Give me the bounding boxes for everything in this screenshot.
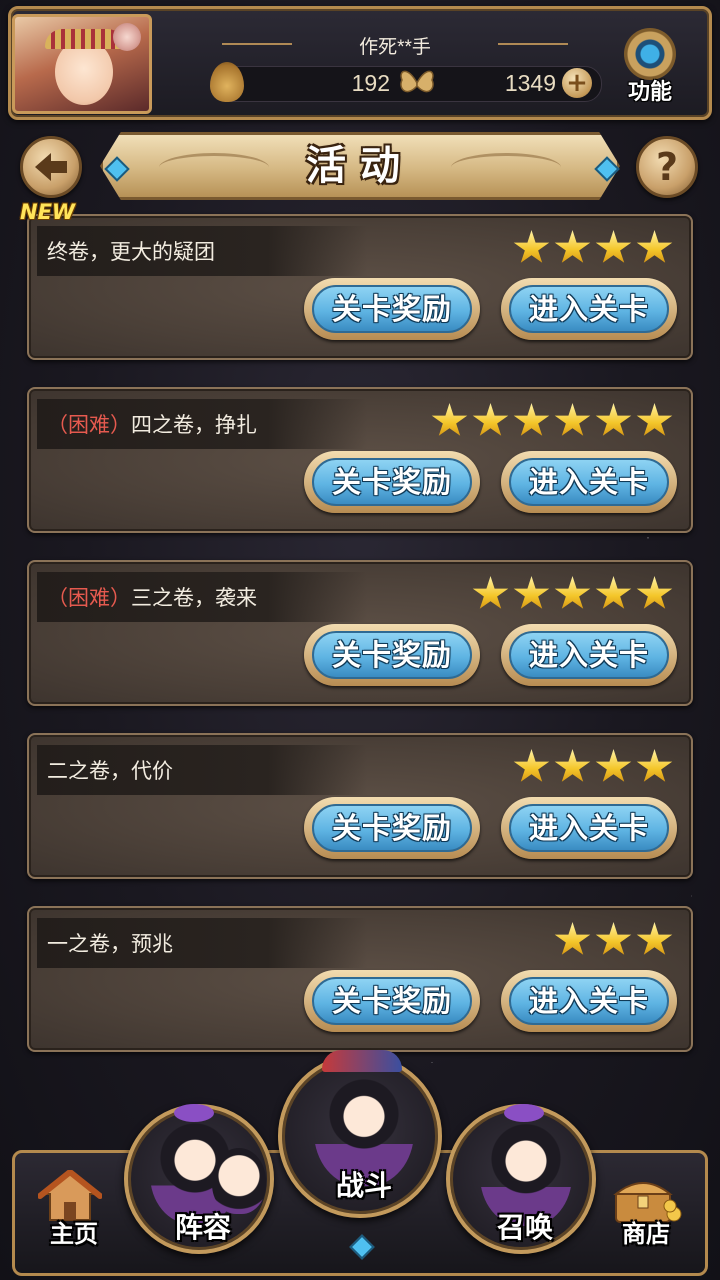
stage-reward-button[interactable]: 关卡奖励 — [304, 970, 480, 1032]
difficulty-tag: （困难） — [47, 413, 131, 437]
level-name: 一之卷，预兆 — [47, 932, 173, 956]
star-icon — [554, 922, 591, 955]
lineup-character-art-small — [212, 1148, 266, 1214]
star-icon — [636, 230, 673, 263]
star-icon — [595, 403, 632, 436]
star-icon — [554, 403, 591, 436]
level-name: 四之卷，挣扎 — [131, 413, 257, 437]
level-title: （困难）三之卷，袭来 — [47, 582, 257, 612]
star-icon — [636, 922, 673, 955]
star-icon — [472, 403, 509, 436]
stage-reward-label: 关卡奖励 — [312, 804, 472, 852]
enter-stage-button[interactable]: 进入关卡 — [501, 797, 677, 859]
star-icon — [554, 749, 591, 782]
back-button[interactable] — [20, 136, 82, 198]
nav-summon-label: 召唤 — [496, 1211, 553, 1244]
player-name: 作死**手 — [222, 32, 568, 58]
enter-stage-label: 进入关卡 — [509, 977, 669, 1025]
star-rating — [431, 403, 673, 439]
difficulty-tag: （困难） — [47, 586, 131, 610]
enter-stage-label: 进入关卡 — [509, 458, 669, 506]
stage-reward-button[interactable]: 关卡奖励 — [304, 451, 480, 513]
stage-reward-button[interactable]: 关卡奖励 — [304, 278, 480, 340]
character-bow — [174, 1104, 214, 1122]
resource-value-2: 1349 — [504, 70, 556, 96]
stage-reward-label: 关卡奖励 — [312, 285, 472, 333]
nav-battle-label: 战斗 — [335, 1169, 392, 1202]
level-card-1: （困难）四之卷，挣扎 关卡奖励 进入关卡 — [27, 387, 693, 533]
star-rating — [513, 230, 673, 266]
character-bow — [504, 1104, 544, 1122]
star-rating — [513, 749, 673, 785]
level-name: 二之卷，代价 — [47, 759, 173, 783]
stage-reward-label: 关卡奖励 — [312, 458, 472, 506]
butterfly-icon — [400, 70, 434, 93]
nav-lineup[interactable]: 阵容 — [124, 1104, 274, 1254]
star-icon — [513, 403, 550, 436]
page-title: 活动 — [306, 143, 414, 189]
level-card-2: （困难）三之卷，袭来 关卡奖励 进入关卡 — [27, 560, 693, 706]
star-icon — [472, 576, 509, 609]
enter-stage-button[interactable]: 进入关卡 — [501, 278, 677, 340]
star-icon — [513, 576, 550, 609]
stage-reward-button[interactable]: 关卡奖励 — [304, 797, 480, 859]
star-icon — [636, 749, 673, 782]
star-icon — [595, 749, 632, 782]
enter-stage-label: 进入关卡 — [509, 285, 669, 333]
nav-lineup-label: 阵容 — [174, 1211, 231, 1244]
new-badge: NEW — [20, 200, 76, 224]
star-icon — [595, 576, 632, 609]
add-currency-button[interactable]: + — [562, 68, 592, 98]
title-banner: 活动 — [100, 132, 620, 200]
level-card-3: 二之卷，代价 关卡奖励 进入关卡 — [27, 733, 693, 879]
level-card-4: 一之卷，预兆 关卡奖励 进入关卡 — [27, 906, 693, 1052]
avatar-rose — [113, 23, 141, 51]
function-button[interactable]: 功能 — [610, 26, 690, 106]
nav-battle[interactable]: 战斗 — [278, 1050, 442, 1218]
nav-summon[interactable]: 召唤 — [446, 1104, 596, 1254]
back-arrow-icon — [35, 153, 67, 181]
star-rating — [554, 922, 673, 958]
enter-stage-button[interactable]: 进入关卡 — [501, 451, 677, 513]
enter-stage-label: 进入关卡 — [509, 804, 669, 852]
spirit-flame-icon — [210, 62, 244, 102]
enter-stage-button[interactable]: 进入关卡 — [501, 970, 677, 1032]
star-icon — [513, 749, 550, 782]
level-name: 三之卷，袭来 — [131, 586, 257, 610]
gear-icon — [624, 28, 676, 80]
enter-stage-label: 进入关卡 — [509, 631, 669, 679]
star-rating — [472, 576, 673, 612]
star-icon — [554, 576, 591, 609]
star-icon — [636, 403, 673, 436]
level-title: 终卷，更大的疑团 — [47, 236, 215, 266]
level-title: （困难）四之卷，挣扎 — [47, 409, 257, 439]
level-card-0: 终卷，更大的疑团 关卡奖励 进入关卡 — [27, 214, 693, 360]
level-title: 二之卷，代价 — [47, 755, 173, 785]
resource-value-1: 192 — [351, 70, 390, 96]
star-icon — [636, 576, 673, 609]
star-icon — [513, 230, 550, 263]
nav-shop-label: 商店 — [622, 1220, 670, 1248]
stage-reward-label: 关卡奖励 — [312, 631, 472, 679]
level-name: 终卷，更大的疑团 — [47, 240, 215, 264]
star-icon — [554, 230, 591, 263]
player-avatar[interactable] — [12, 14, 152, 114]
star-icon — [595, 230, 632, 263]
stage-reward-label: 关卡奖励 — [312, 977, 472, 1025]
help-button[interactable]: ? — [636, 136, 698, 198]
enter-stage-button[interactable]: 进入关卡 — [501, 624, 677, 686]
level-title: 一之卷，预兆 — [47, 928, 173, 958]
stage-reward-button[interactable]: 关卡奖励 — [304, 624, 480, 686]
star-icon — [595, 922, 632, 955]
function-label: 功能 — [627, 80, 672, 105]
nav-home-label: 主页 — [50, 1220, 98, 1248]
star-icon — [431, 403, 468, 436]
